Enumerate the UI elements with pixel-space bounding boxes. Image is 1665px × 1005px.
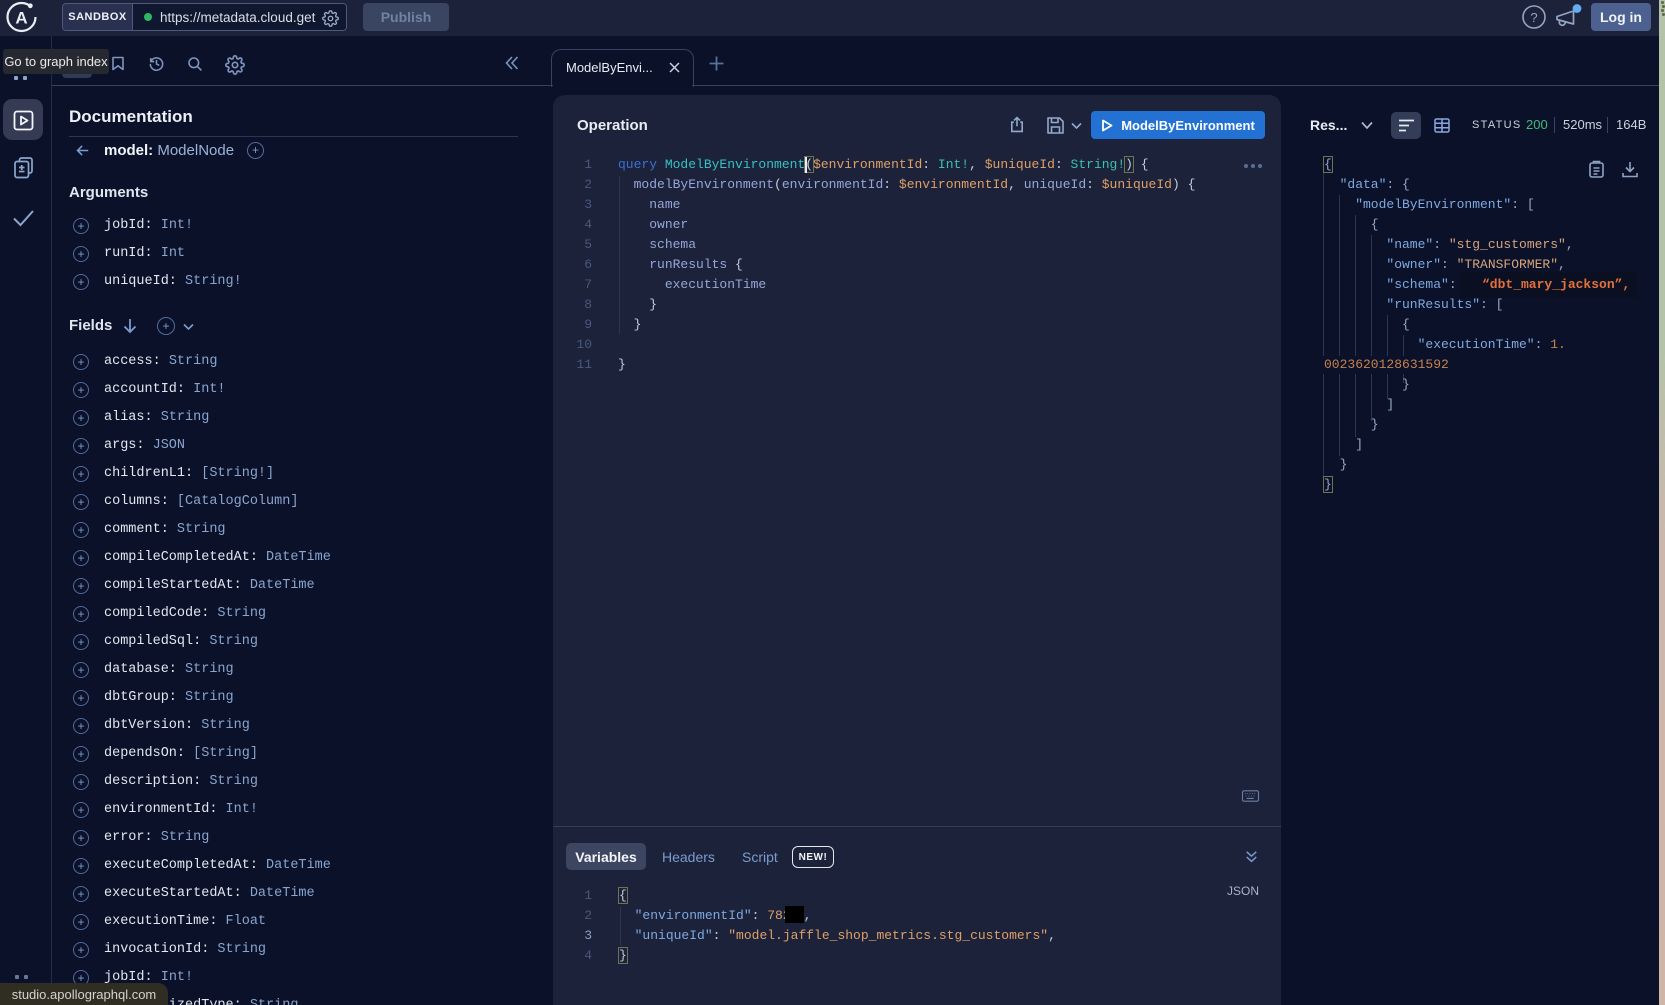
- svg-text:?: ?: [1530, 10, 1537, 25]
- svg-text:A: A: [15, 9, 27, 28]
